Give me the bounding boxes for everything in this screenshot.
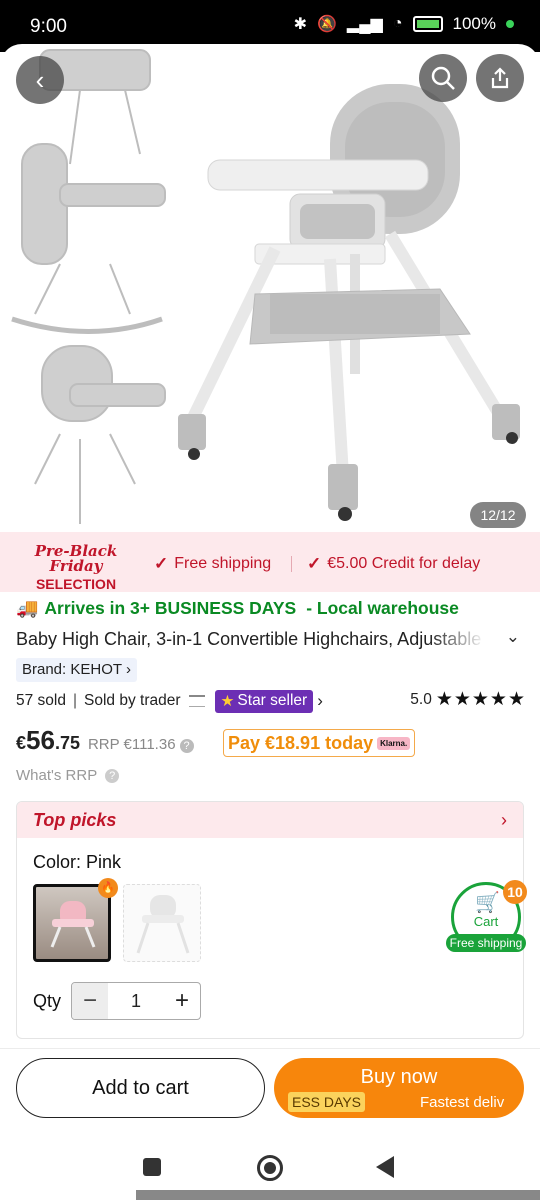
bluetooth-icon: ✱ — [293, 16, 307, 33]
share-button[interactable] — [476, 54, 524, 102]
price-currency: € — [16, 733, 27, 753]
star-seller-badge[interactable]: ★ Star seller — [214, 689, 314, 713]
product-title-row[interactable]: Baby High Chair, 3-in-1 Convertible High… — [16, 626, 526, 652]
buy-now-label: Buy now — [360, 1066, 438, 1088]
increment-button[interactable]: + — [164, 983, 200, 1019]
trader-logo-icon — [188, 695, 205, 707]
quantity-value[interactable]: 1 — [108, 991, 164, 1012]
cart-free-shipping: Free shipping — [446, 934, 526, 952]
price-decimal: .75 — [54, 733, 80, 753]
recent-apps-icon[interactable] — [143, 1158, 161, 1176]
info-icon[interactable]: ? — [179, 739, 194, 753]
sold-count: 57 sold — [16, 692, 66, 709]
credit-delay-promo: ✓ €5.00 Credit for delay — [307, 554, 480, 574]
top-picks-header[interactable]: Top picks › — [17, 802, 523, 838]
system-navigation-bar — [0, 1130, 540, 1200]
color-swatch-pink[interactable] — [33, 884, 111, 962]
whats-rrp-link[interactable]: What's RRP ? — [16, 767, 120, 784]
klarna-logo: Klarna. — [377, 736, 411, 750]
chevron-right-icon: › — [125, 661, 131, 678]
cart-label: Cart — [473, 914, 499, 929]
promo-divider — [291, 556, 292, 572]
decrement-button[interactable]: − — [72, 983, 108, 1019]
cart-count-badge: 10 — [503, 880, 527, 904]
color-swatch-grey[interactable] — [123, 884, 201, 962]
badge-line2: SELECTION — [35, 576, 117, 592]
rating-value: 5.0 — [410, 690, 432, 708]
delivery-text: Arrives in 3+ BUSINESS DAYS — [44, 598, 297, 618]
seller-row: 57 sold | Sold by trader ★ Star seller ›… — [16, 688, 526, 714]
product-image-gallery[interactable]: ‹ 12/12 — [0, 44, 540, 532]
pay-today-text: Pay €18.91 today — [228, 732, 374, 753]
search-button[interactable] — [419, 54, 467, 102]
chevron-right-icon: › — [501, 810, 507, 830]
buy-now-tag: ESS DAYS — [288, 1092, 365, 1112]
chevron-down-icon[interactable]: ⌄ — [506, 627, 520, 647]
chevron-right-icon[interactable]: › — [317, 691, 323, 711]
chair-thumbnail — [50, 901, 96, 948]
star-seller-text: Star seller — [237, 692, 308, 709]
chair-thumbnail — [136, 895, 190, 954]
buy-now-button[interactable]: Buy now ESS DAYS Fastest deliv — [274, 1058, 524, 1118]
floating-cart-button[interactable]: 🛒 Cart Free shipping 10 — [446, 878, 527, 956]
brand-text: Brand: KEHOT — [22, 661, 122, 678]
product-image — [11, 49, 520, 524]
delivery-info: 🚚 Arrives in 3+ BUSINESS DAYS - Local wa… — [16, 598, 459, 619]
price-row: € 56 .75 RRP €111.36 ? — [16, 725, 194, 759]
search-icon — [431, 66, 455, 90]
qty-label: Qty — [33, 991, 62, 1011]
pre-black-friday-badge: Pre-Black Friday SELECTION — [14, 542, 138, 592]
wifi-icon: ◔ — [392, 15, 403, 32]
home-icon[interactable] — [257, 1155, 283, 1181]
klarna-pay-today[interactable]: Pay €18.91 today Klarna. — [223, 729, 416, 757]
battery-percent: 100% — [452, 14, 496, 33]
free-shipping-text: Free shipping — [174, 555, 272, 572]
signal-icon: ▂▄▆ — [346, 16, 383, 33]
credit-delay-text: €5.00 Credit for delay — [327, 555, 481, 572]
truck-icon: 🚚 — [16, 598, 39, 618]
info-icon: ? — [105, 769, 120, 784]
price-integer: 56 — [26, 725, 55, 755]
chevron-left-icon: ‹ — [35, 65, 45, 95]
image-counter: 12/12 — [470, 502, 526, 528]
divider: | — [72, 692, 78, 709]
cart-icon: 🛒 — [475, 892, 500, 914]
delivery-suffix: - Local warehouse — [306, 598, 459, 618]
badge-line1: Pre-Black Friday — [34, 542, 118, 575]
rating[interactable]: 5.0 ★★★★★ — [410, 688, 526, 711]
fire-icon: 🔥 — [98, 878, 118, 898]
privacy-dot-icon — [506, 20, 514, 28]
gesture-strip — [136, 1190, 540, 1200]
brand-link[interactable]: Brand: KEHOT › — [16, 658, 137, 682]
back-triangle-icon[interactable] — [376, 1156, 394, 1178]
sold-by[interactable]: Sold by trader — [84, 692, 181, 710]
check-icon: ✓ — [307, 554, 322, 573]
battery-icon — [412, 16, 443, 32]
whats-rrp-text: What's RRP — [16, 767, 97, 784]
status-icons: ✱ 🔕 ▂▄▆ ◔ 100% — [294, 14, 514, 34]
mute-icon: 🔕 — [316, 16, 337, 33]
bottom-divider — [0, 1048, 540, 1049]
product-title: Baby High Chair, 3-in-1 Convertible High… — [16, 628, 482, 649]
star-icon: ★ — [220, 692, 235, 710]
share-icon — [491, 67, 509, 89]
back-button[interactable]: ‹ — [16, 56, 64, 104]
color-label: Color: Pink — [33, 852, 122, 872]
top-picks-title: Top picks — [33, 810, 117, 830]
quantity-stepper: − 1 + — [71, 982, 201, 1020]
check-icon: ✓ — [154, 554, 169, 573]
promo-band: Pre-Black Friday SELECTION ✓ Free shippi… — [0, 532, 540, 592]
buy-now-fastest: Fastest deliv — [420, 1094, 505, 1111]
free-shipping-promo: ✓ Free shipping — [154, 554, 271, 574]
add-to-cart-button[interactable]: Add to cart — [16, 1058, 265, 1118]
rrp-price: RRP €111.36 — [87, 736, 176, 753]
rating-stars-icon: ★★★★★ — [435, 689, 526, 710]
status-time: 9:00 — [30, 16, 67, 37]
